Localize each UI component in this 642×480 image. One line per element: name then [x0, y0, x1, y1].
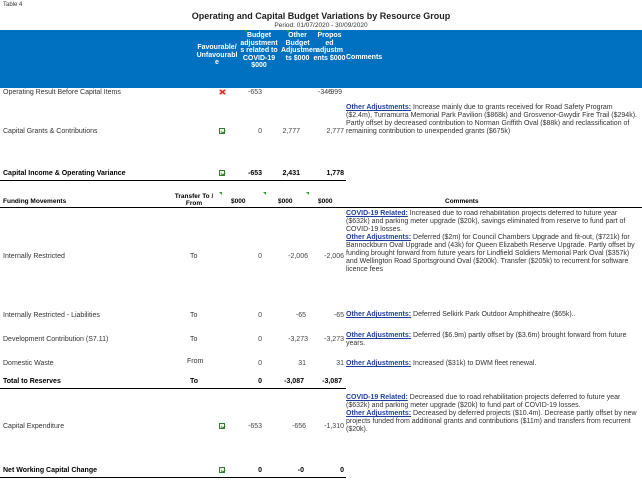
comment-text: Increased ($31k) to DWM fleet renewal. — [411, 360, 537, 367]
funding-col1-unit: $000 — [231, 198, 246, 205]
comment-text: Deferred Selkirk Park Outdoor Amphitheat… — [411, 311, 576, 318]
total-direction: To — [190, 378, 199, 385]
liabilities-covid: 0 — [258, 312, 262, 319]
cell-marker-icon — [318, 30, 321, 33]
capex-other: -656 — [291, 423, 306, 430]
capex-proposed: -1,310 — [324, 423, 344, 430]
cap-income-other: 2,431 — [282, 170, 300, 177]
divider — [0, 180, 346, 181]
comment-label: Other Adjustments: — [346, 104, 412, 111]
row-label-capital-expenditure: Capital Expenditure — [3, 423, 65, 430]
green-check-icon — [219, 170, 225, 176]
comment-label: Other Adjustments: — [346, 234, 412, 241]
cap-grants-other: 2,777 — [282, 128, 300, 135]
row-label-domestic-waste: Domestic Waste — [3, 360, 54, 367]
report-title: Operating and Capital Budget Variations … — [191, 11, 451, 21]
total-proposed: -3,087 — [322, 378, 342, 385]
cell-marker-icon — [286, 30, 289, 33]
domestic-other: 31 — [298, 360, 306, 367]
green-check-icon — [219, 423, 225, 429]
row-label-development-contribution: Development Contribution (S7.11) — [3, 336, 109, 343]
row-label-internally-restricted: Internally Restricted — [3, 253, 65, 260]
table-header: Favourable/ Unfavourabl e Budget adjustm… — [0, 30, 642, 88]
funding-comments-heading: Comments — [445, 198, 479, 205]
total-other: -3,087 — [284, 378, 304, 385]
header-covid-adjustments: Budget adjustment s related to COVID-19 … — [240, 32, 278, 69]
row-label-liabilities: Internally Restricted - Liabilities — [3, 312, 100, 319]
comment-label: Other Adjustments: — [346, 311, 412, 318]
liabilities-proposed: -65 — [333, 312, 344, 319]
capex-comment: COVID-19 Related: Decreased due to road … — [346, 394, 638, 434]
report-period: Period: 01/07/2020 - 30/09/2020 — [274, 22, 368, 29]
dev-contrib-direction: To — [190, 336, 198, 343]
cell-marker-icon — [306, 192, 309, 195]
op-result-covid: -653 — [247, 89, 262, 96]
cap-income-proposed: 1,778 — [326, 170, 344, 177]
liabilities-comment: Other Adjustments: Deferred Selkirk Park… — [346, 311, 638, 319]
net-other: -0 — [297, 467, 304, 474]
comment-label: Other Adjustments: — [346, 410, 412, 417]
net-proposed: 0 — [340, 467, 344, 474]
domestic-covid: 0 — [258, 360, 262, 367]
transfer-heading: Transfer To / From — [174, 193, 214, 207]
row-label-operating-result: Operating Result Before Capital Items — [3, 89, 121, 96]
dev-contrib-proposed: -3,273 — [324, 336, 344, 343]
red-x-icon — [219, 89, 226, 95]
internally-other: -2,006 — [288, 253, 308, 260]
cap-grants-proposed: 2,777 — [326, 128, 344, 135]
cap-grants-covid: 0 — [258, 128, 262, 135]
comment-label: Other Adjustments: — [346, 360, 412, 367]
funding-col3-unit: $000 — [318, 198, 333, 205]
domestic-proposed: 31 — [336, 360, 344, 367]
internally-comment: COVID-19 Related: Increased due to road … — [346, 210, 638, 300]
op-result-proposed: -999 — [327, 89, 342, 96]
header-proposed-adjustments: Propos ed adjustm ents $000 — [313, 32, 346, 62]
header-comments: Comments — [346, 54, 383, 61]
dev-contrib-covid: 0 — [258, 336, 262, 343]
divider — [0, 477, 346, 478]
cap-grants-comment: Other Adjustments: Increase mainly due t… — [346, 104, 638, 136]
divider — [0, 388, 346, 389]
funding-col2-unit: $000 — [278, 198, 293, 205]
domestic-direction: From — [187, 358, 204, 365]
cell-marker-icon — [244, 30, 247, 33]
row-label-net-working-capital: Net Working Capital Change — [3, 467, 97, 474]
comment-label: COVID-19 Related: — [346, 210, 408, 217]
comment-label: Other Adjustments: — [346, 332, 412, 339]
table-label: Table 4 — [3, 2, 23, 8]
dev-contrib-comment: Other Adjustments: Deferred ($6.9m) part… — [346, 332, 638, 348]
cap-income-covid: -653 — [247, 170, 262, 177]
internally-proposed: -2,006 — [324, 253, 344, 260]
internally-direction: To — [190, 253, 198, 260]
green-check-icon — [219, 128, 225, 134]
funding-movements-heading: Funding Movements — [3, 198, 67, 205]
domestic-comment: Other Adjustments: Increased ($31k) to D… — [346, 360, 638, 368]
capex-covid: -653 — [247, 423, 262, 430]
divider — [0, 207, 642, 208]
net-covid: 0 — [258, 467, 262, 474]
row-label-total-reserves: Total to Reserves — [3, 378, 61, 385]
comment-label: COVID-19 Related: — [346, 394, 408, 401]
total-covid: 0 — [258, 378, 262, 385]
liabilities-other: -65 — [295, 312, 306, 319]
header-other-adjustments: Other Budget Adjustmen ts $000 — [281, 32, 318, 62]
header-favourable: Favourable/ Unfavourabl e — [196, 44, 238, 66]
row-label-capital-income: Capital Income & Operating Variance — [3, 170, 126, 177]
liabilities-direction: To — [190, 312, 198, 319]
cell-marker-icon — [263, 192, 266, 195]
dev-contrib-other: -3,273 — [288, 336, 308, 343]
row-label-capital-grants: Capital Grants & Contributions — [3, 128, 98, 135]
cell-marker-icon — [219, 192, 222, 195]
green-check-icon — [219, 467, 225, 473]
internally-covid: 0 — [258, 253, 262, 260]
